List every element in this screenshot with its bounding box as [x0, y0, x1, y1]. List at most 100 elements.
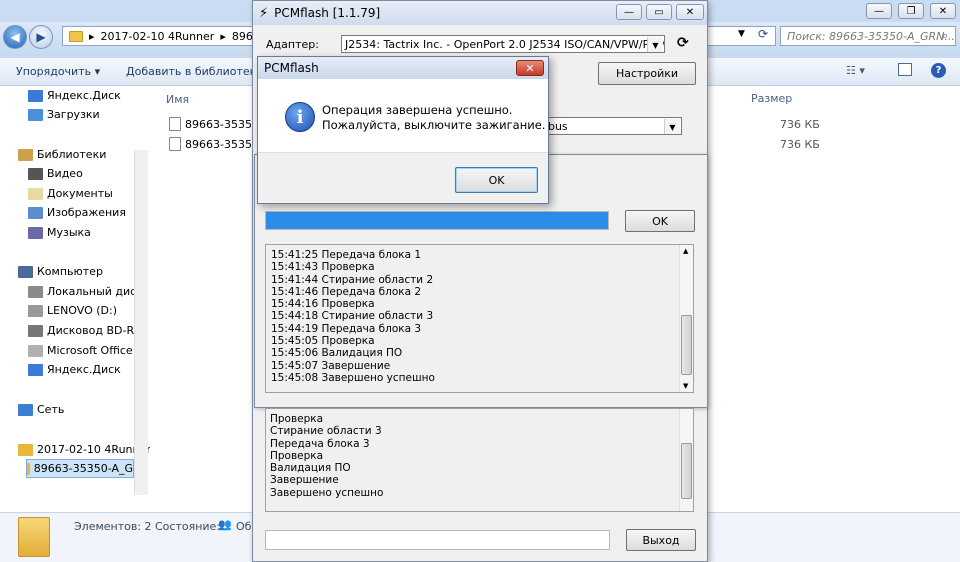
- maximize-button[interactable]: ❐: [898, 3, 924, 19]
- yandex-disk-icon: [28, 89, 43, 102]
- scroll-down-icon[interactable]: ▼: [683, 382, 688, 390]
- address-dropdown-icon[interactable]: ▼: [738, 29, 745, 39]
- nav-item-label: Документы: [47, 187, 113, 200]
- nav-scrollbar[interactable]: [134, 150, 148, 495]
- nav-item-label: Библиотеки: [37, 148, 107, 161]
- log-line: 15:41:25 Передача блока 1: [271, 249, 422, 261]
- nav-item-label: Яндекс.Диск: [47, 89, 121, 102]
- nav-item-label: 89663-35350-A_G: [33, 462, 133, 475]
- computer-icon: [18, 265, 33, 278]
- dialog-close-button[interactable]: ✕: [516, 60, 544, 76]
- chevron-down-icon: ▼: [664, 119, 680, 134]
- minimize-button[interactable]: —: [866, 3, 892, 19]
- folder-icon: [18, 443, 33, 456]
- nav-item-label: Музыка: [47, 226, 91, 239]
- message-line-1: Операция завершена успешно.: [322, 103, 513, 117]
- nav-item[interactable]: Локальный диск: [28, 282, 143, 301]
- refresh-adapters-icon[interactable]: ⟳: [677, 35, 689, 51]
- status-state-value: Об: [236, 520, 252, 533]
- nav-item[interactable]: Изображения: [28, 203, 126, 222]
- arrow-left-icon: ◀: [10, 30, 20, 44]
- progress-fill: [266, 212, 608, 229]
- local-disk-icon: [28, 285, 43, 298]
- nav-item[interactable]: Музыка: [28, 223, 91, 242]
- back-button[interactable]: ◀: [3, 25, 27, 49]
- nav-item[interactable]: 2017-02-10 4Runner: [18, 440, 151, 459]
- log-panel-main: Проверка Стирание области 3 Передача блока…: [265, 408, 694, 512]
- view-options-icon[interactable]: ☷ ▾: [846, 64, 865, 77]
- nav-item[interactable]: Видео: [28, 164, 83, 183]
- log-line: Проверка: [270, 413, 324, 425]
- log-line: Стирание области 3: [270, 425, 382, 438]
- nav-item-label: Microsoft Office: [47, 344, 133, 357]
- video-icon: [28, 167, 43, 180]
- pcm-minimize-button[interactable]: —: [616, 4, 642, 20]
- scroll-up-icon[interactable]: ▲: [683, 247, 688, 255]
- help-icon[interactable]: ?: [931, 63, 946, 78]
- forward-button[interactable]: ▶: [29, 25, 53, 49]
- log-line: 15:45:05 Проверка: [271, 335, 375, 348]
- office-icon: [28, 344, 43, 357]
- nav-item-label: Видео: [47, 167, 83, 180]
- nav-item[interactable]: LENOVO (D:): [28, 301, 117, 320]
- log-line: Передача блока 3: [270, 437, 370, 450]
- breadcrumb-separator-icon: ▸: [220, 29, 226, 43]
- log-main-scroll-thumb[interactable]: [681, 443, 692, 499]
- documents-icon: [28, 187, 43, 200]
- nav-item[interactable]: Яндекс.Диск: [28, 360, 121, 379]
- log-line: Валидация ПО: [270, 462, 351, 475]
- dialog-ok-button[interactable]: OK: [455, 167, 538, 193]
- search-icon[interactable]: ⌕: [942, 29, 948, 43]
- shared-users-icon: 👥: [218, 518, 232, 531]
- nav-item[interactable]: Компьютер: [18, 262, 103, 281]
- adapter-label: Адаптер:: [266, 38, 319, 51]
- refresh-icon[interactable]: ⟳: [758, 27, 768, 41]
- close-button[interactable]: ✕: [930, 3, 956, 19]
- search-input[interactable]: Поиск: 89663-35350-A_GRN...: [780, 26, 956, 46]
- adapter-value: J2534: Tactrix Inc. - OpenPort 2.0 J2534…: [345, 37, 665, 51]
- nav-item-label: Локальный диск: [47, 285, 143, 298]
- progress-ok-button[interactable]: OK: [625, 210, 695, 232]
- log-line: 15:45:06 Валидация ПО: [271, 347, 403, 360]
- protocol-select[interactable]: -bus ▼: [540, 117, 682, 135]
- column-header-size[interactable]: Размер: [751, 92, 792, 105]
- nav-item-label: Дисковод BD-RO: [47, 324, 143, 337]
- nav-item[interactable]: Документы: [28, 184, 113, 203]
- nav-item[interactable]: Microsoft Office: [28, 341, 133, 360]
- folder-icon: [69, 30, 83, 42]
- folder-icon: [27, 462, 30, 475]
- column-header-name[interactable]: Имя: [166, 93, 189, 106]
- main-progress-bar: [265, 530, 610, 550]
- add-library-button[interactable]: Добавить в библиотеку: [126, 65, 263, 78]
- status-items: Элементов: 2: [74, 520, 152, 533]
- nav-item[interactable]: Дисковод BD-RO: [28, 321, 143, 340]
- pcm-maximize-button[interactable]: ▭: [646, 4, 672, 20]
- message-dialog-title: PCMflash: [258, 57, 548, 79]
- log-scrollbar[interactable]: ▲ ▼: [679, 245, 693, 392]
- log-line: 15:41:46 Передача блока 2: [271, 285, 422, 298]
- nav-item-label: LENOVO (D:): [47, 304, 118, 317]
- nav-item[interactable]: Загрузки: [28, 105, 100, 124]
- log-scroll-thumb[interactable]: [681, 315, 692, 375]
- nav-item[interactable]: Яндекс.Диск: [28, 86, 121, 105]
- organize-button[interactable]: Упорядочить ▾: [16, 65, 100, 78]
- log-main-scrollbar[interactable]: [679, 409, 693, 511]
- pcmflash-title: PCMflash [1.1.79]: [274, 6, 381, 20]
- breadcrumb-item[interactable]: 2017-02-10 4Runner: [101, 30, 215, 43]
- preview-pane-icon[interactable]: [898, 63, 912, 76]
- nav-item[interactable]: Сеть: [18, 400, 64, 419]
- settings-button[interactable]: Настройки: [598, 62, 696, 85]
- nav-item[interactable]: 89663-35350-A_G: [26, 459, 134, 478]
- exit-button[interactable]: Выход: [626, 529, 696, 551]
- file-size: 736 КБ: [780, 138, 820, 151]
- log-line: Завершено успешно: [270, 486, 384, 499]
- nav-item[interactable]: Библиотеки: [18, 145, 106, 164]
- network-icon: [18, 403, 33, 416]
- pcm-close-button[interactable]: ✕: [676, 4, 704, 20]
- log-lines-main: Проверка Стирание области 3 Передача блока…: [270, 411, 383, 499]
- adapter-select[interactable]: J2534: Tactrix Inc. - OpenPort 2.0 J2534…: [341, 35, 665, 53]
- breadcrumb-separator-icon: ▸: [89, 29, 95, 43]
- images-icon: [28, 206, 43, 219]
- file-size: 736 КБ: [780, 118, 820, 131]
- folder-large-icon: [18, 517, 50, 557]
